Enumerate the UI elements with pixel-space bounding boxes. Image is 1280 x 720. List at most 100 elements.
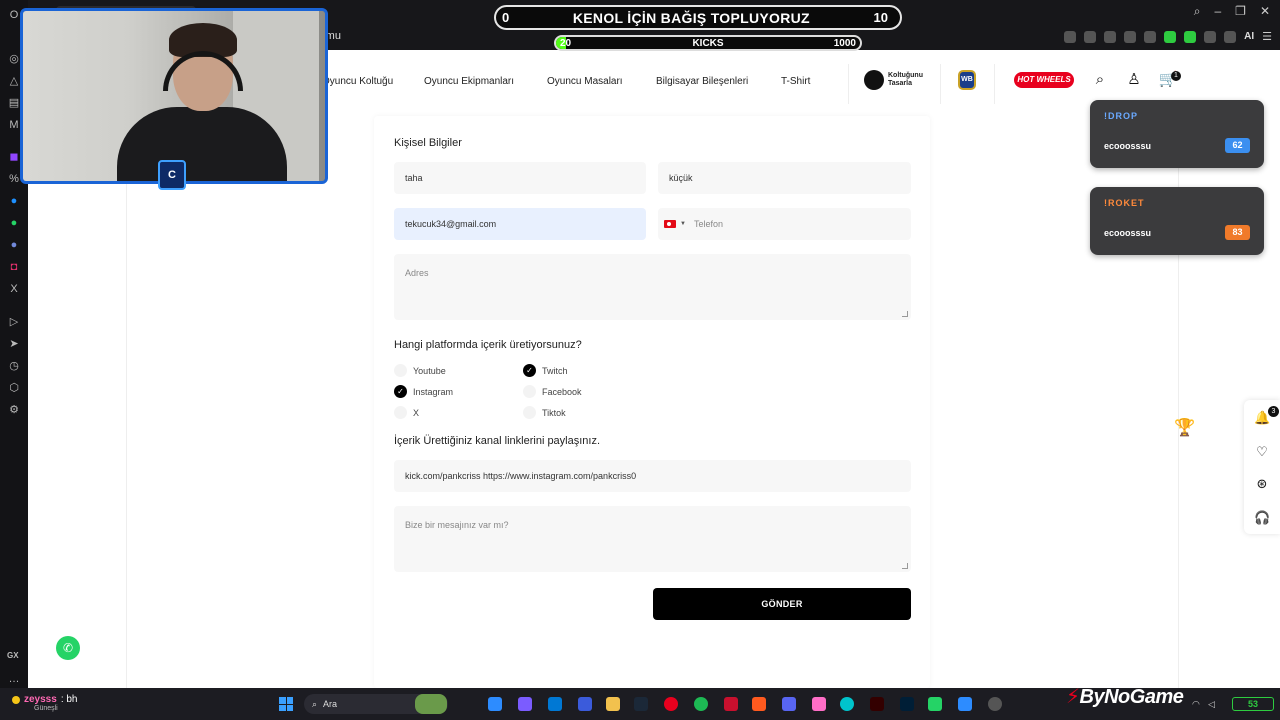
discord-icon[interactable]: ●	[7, 238, 21, 252]
resize-handle-icon[interactable]	[902, 563, 908, 569]
restore-icon[interactable]: ❐	[1235, 4, 1246, 19]
sidebar-icon[interactable]: △	[7, 74, 21, 88]
nav-link-masa[interactable]: Oyuncu Masaları	[547, 76, 623, 87]
extension-icon[interactable]	[1144, 30, 1157, 43]
resize-handle-icon[interactable]	[902, 311, 908, 317]
extension-icon[interactable]	[1184, 30, 1197, 43]
extension-icon[interactable]	[1124, 30, 1137, 43]
twitch-icon[interactable]: ◼	[7, 150, 21, 164]
submit-button[interactable]: GÖNDER	[653, 588, 911, 620]
phone-field[interactable]: ▼ Telefon	[658, 208, 911, 240]
sidebar-icon[interactable]: M	[7, 118, 21, 132]
email-field[interactable]: tekucuk34@gmail.com	[394, 208, 646, 240]
checkmark-icon[interactable]: ✓	[523, 364, 536, 377]
app-icon[interactable]	[752, 697, 766, 711]
nav-link-bilesen[interactable]: Bilgisayar Bileşenleri	[656, 76, 748, 87]
platform-facebook-checkbox[interactable]: Facebook	[523, 385, 582, 398]
send-icon[interactable]: ➤	[7, 337, 21, 351]
history-icon[interactable]: ◷	[7, 359, 21, 373]
extensions-icon[interactable]: ⬡	[7, 381, 21, 395]
app-icon[interactable]	[988, 697, 1002, 711]
discord-icon[interactable]	[782, 697, 796, 711]
whatsapp-chat-button[interactable]: ✆	[56, 636, 80, 660]
minimize-icon[interactable]: –	[1214, 4, 1221, 19]
extension-icon[interactable]	[1104, 30, 1117, 43]
message-field[interactable]: Bize bir mesajınız var mı?	[394, 506, 911, 572]
opera-icon[interactable]: O	[7, 8, 21, 22]
ai-button[interactable]: AI	[1244, 31, 1254, 42]
close-icon[interactable]: ✕	[1260, 4, 1270, 19]
sidebar-icon[interactable]: ◎	[7, 52, 21, 66]
battery-indicator[interactable]: 53	[1232, 697, 1274, 711]
menu-icon[interactable]: ☰	[1262, 30, 1272, 43]
app-icon[interactable]	[812, 697, 826, 711]
brand-hotwheels-logo[interactable]: HOT WHEELS	[1014, 72, 1074, 88]
checkbox-label: Tiktok	[542, 407, 566, 418]
settings-icon[interactable]: ⚙	[7, 403, 21, 417]
extension-icon[interactable]	[1164, 30, 1177, 43]
whatsapp-icon[interactable]	[928, 697, 942, 711]
more-icon[interactable]: …	[7, 672, 21, 686]
lifebuoy-icon[interactable]: ⊛	[1254, 476, 1270, 492]
player-icon[interactable]: ▷	[7, 315, 21, 329]
bynogame-mark-icon: ⚡	[1066, 686, 1080, 708]
first-name-field[interactable]: taha	[394, 162, 646, 194]
address-field[interactable]: Adres	[394, 254, 911, 320]
windows-start-icon[interactable]	[279, 697, 293, 711]
user-icon[interactable]: ♙	[1124, 70, 1144, 90]
app-icon[interactable]	[578, 697, 592, 711]
window-controls: ⌕ – ❐ ✕	[1194, 4, 1270, 19]
messenger-icon[interactable]: ●	[7, 194, 21, 208]
checkmark-icon[interactable]: ✓	[394, 385, 407, 398]
checkbox-icon[interactable]	[394, 406, 407, 419]
edge-icon[interactable]	[488, 697, 502, 711]
platform-tiktok-checkbox[interactable]: Tiktok	[523, 406, 566, 419]
search-icon[interactable]: ⌕	[1194, 4, 1201, 19]
vscode-icon[interactable]	[548, 697, 562, 711]
turkey-flag-icon[interactable]	[664, 220, 676, 228]
folder-icon[interactable]	[606, 697, 620, 711]
nav-link-ekipman[interactable]: Oyuncu Ekipmanları	[424, 76, 514, 87]
whatsapp-icon[interactable]: ●	[7, 216, 21, 230]
nav-link-tshirt[interactable]: T-Shirt	[781, 76, 810, 87]
nav-link-koltuk[interactable]: Oyuncu Koltuğu	[322, 76, 393, 87]
platform-x-checkbox[interactable]: X	[394, 406, 419, 419]
platform-instagram-checkbox[interactable]: ✓ Instagram	[394, 385, 453, 398]
teams-icon[interactable]	[518, 697, 532, 711]
search-icon[interactable]: ⌕	[1090, 70, 1110, 90]
heart-icon[interactable]: ♡	[1254, 444, 1270, 460]
valorant-icon[interactable]	[724, 697, 738, 711]
channel-links-field[interactable]: kick.com/pankcriss https://www.instagram…	[394, 460, 911, 492]
canva-icon[interactable]	[840, 697, 854, 711]
download-icon[interactable]	[1224, 30, 1237, 43]
instagram-icon[interactable]: ◘	[7, 260, 21, 274]
illustrator-icon[interactable]	[870, 697, 884, 711]
last-name-field[interactable]: küçük	[658, 162, 911, 194]
sidebar-icon[interactable]: %	[7, 172, 21, 186]
edge-icon[interactable]	[958, 697, 972, 711]
brand-koltugunu-tasarla[interactable]: Koltuğunu Tasarla	[864, 70, 923, 90]
trophy-icon[interactable]: 🏆	[1174, 418, 1195, 438]
chevron-down-icon[interactable]: ▼	[680, 221, 686, 227]
spotify-icon[interactable]	[694, 697, 708, 711]
photoshop-icon[interactable]	[900, 697, 914, 711]
x-icon[interactable]: X	[7, 282, 21, 296]
brand-wb-logo[interactable]: WB	[958, 70, 976, 90]
checkbox-icon[interactable]	[394, 364, 407, 377]
extension-icon[interactable]	[1064, 30, 1077, 43]
steam-icon[interactable]	[634, 697, 648, 711]
extension-icon[interactable]	[1084, 30, 1097, 43]
headset-icon[interactable]: 🎧	[1254, 510, 1270, 526]
checkbox-icon[interactable]	[523, 406, 536, 419]
sidebar-icon[interactable]: ▤	[7, 96, 21, 110]
opera-icon[interactable]	[664, 697, 678, 711]
checkbox-icon[interactable]	[523, 385, 536, 398]
divider	[126, 110, 127, 688]
platform-twitch-checkbox[interactable]: ✓ Twitch	[523, 364, 568, 377]
extension-icon[interactable]	[1204, 30, 1217, 43]
widget-icon[interactable]	[415, 694, 447, 714]
volume-icon[interactable]: ◁	[1208, 699, 1215, 710]
wifi-icon[interactable]: ◠	[1192, 699, 1200, 710]
platform-youtube-checkbox[interactable]: Youtube	[394, 364, 446, 377]
checkbox-label: X	[413, 407, 420, 418]
